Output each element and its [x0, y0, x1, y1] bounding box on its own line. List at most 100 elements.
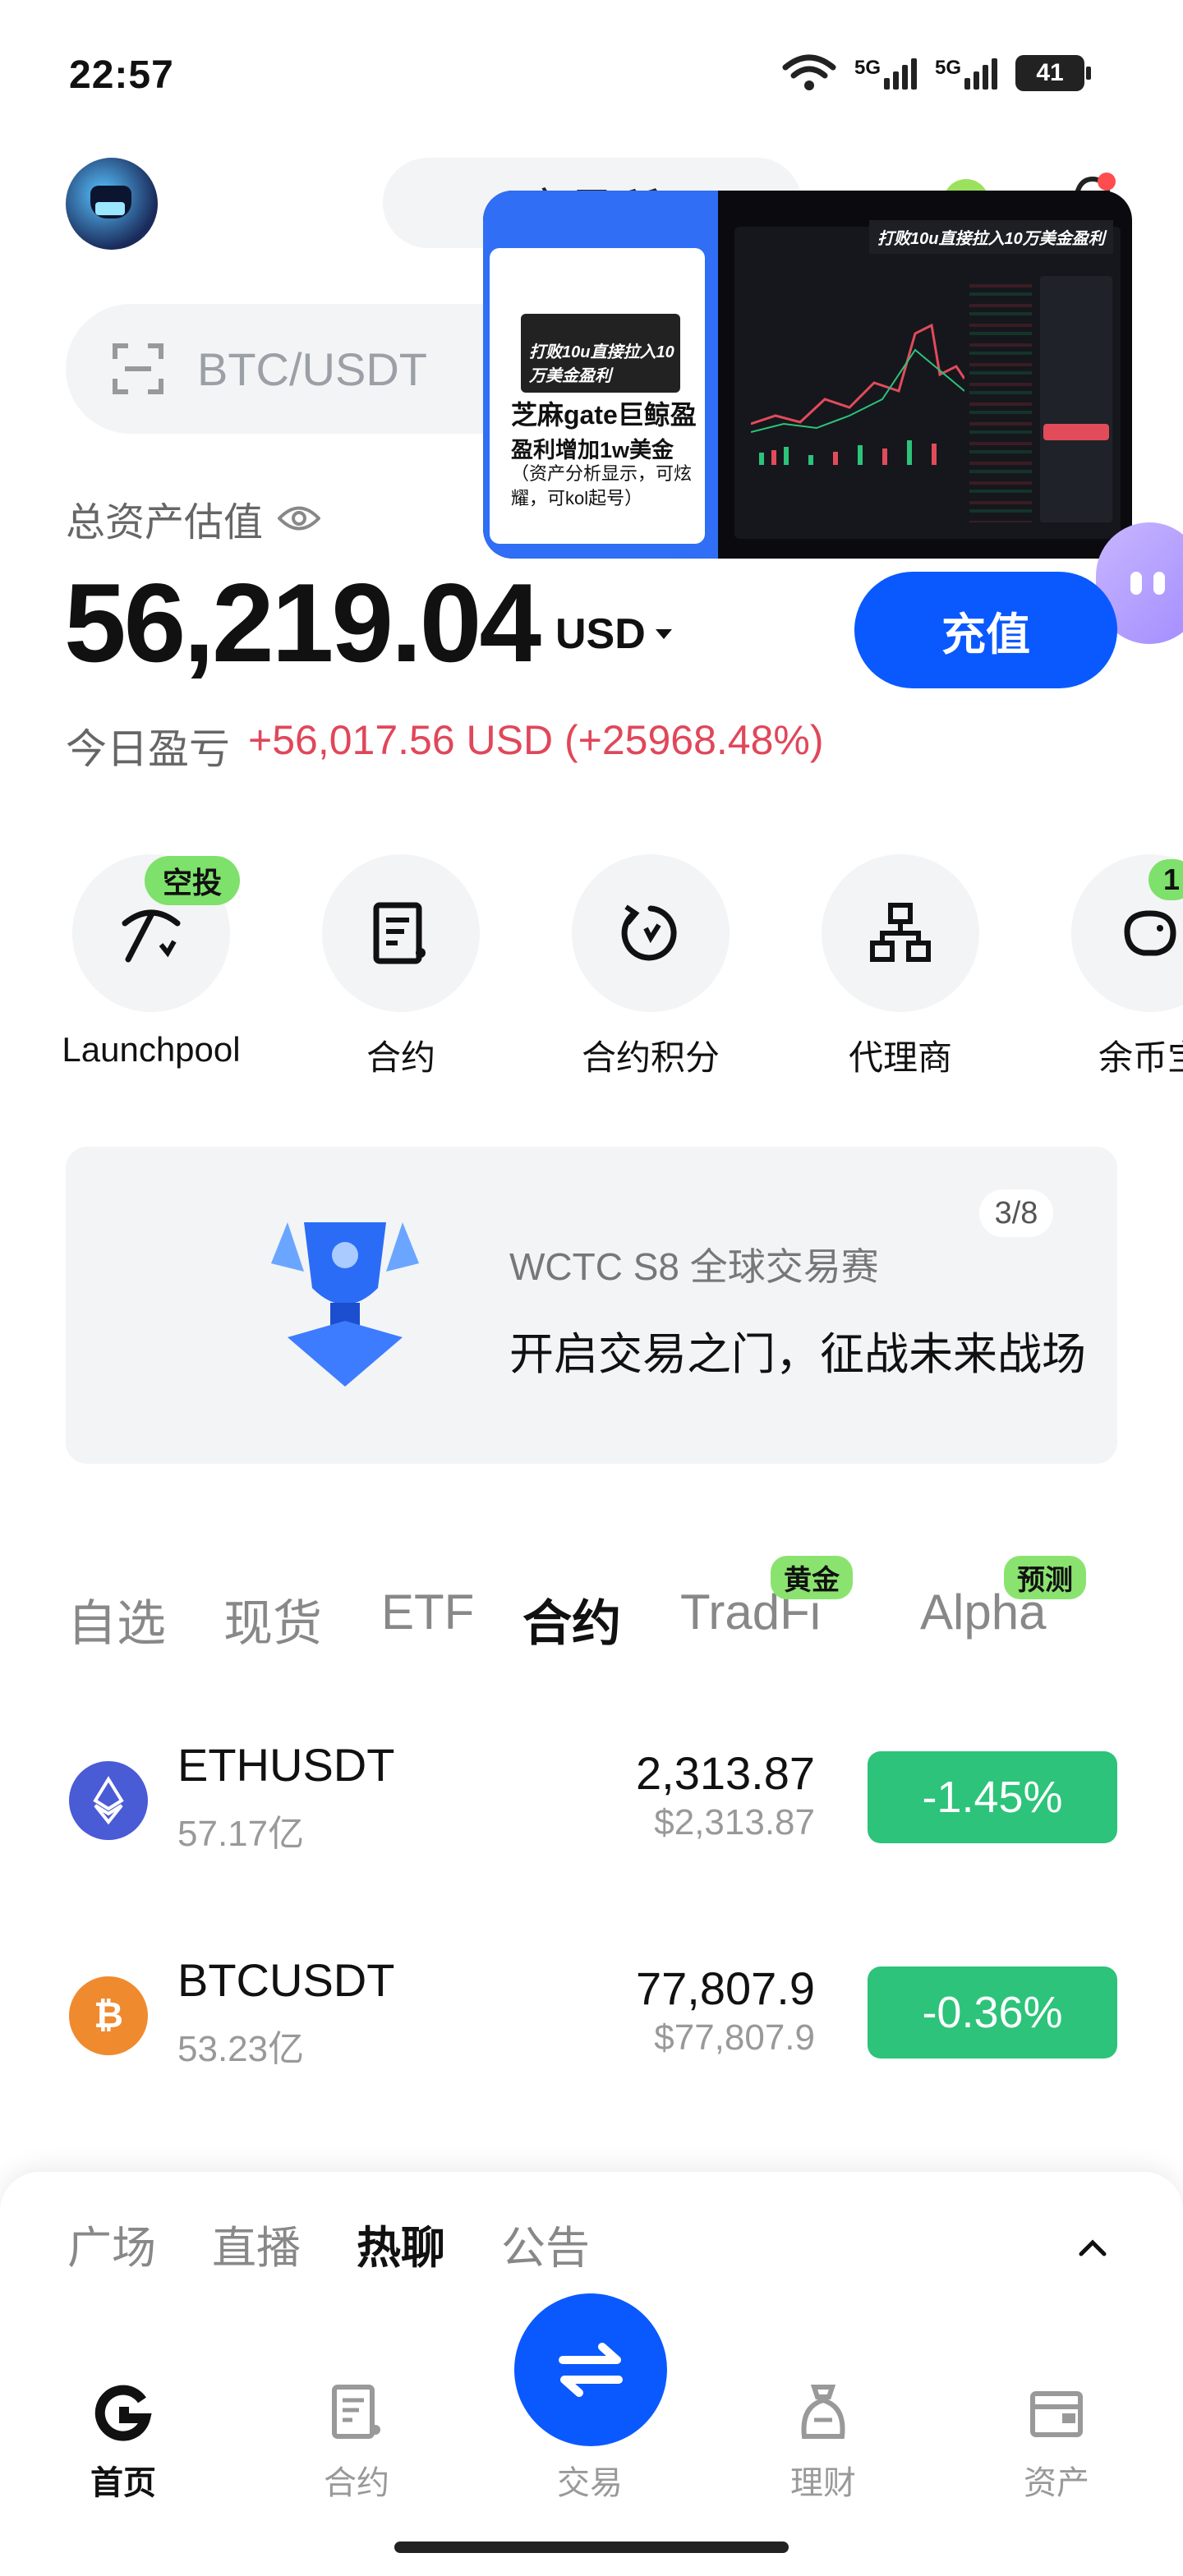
home-indicator	[394, 2542, 789, 2553]
nav-finance[interactable]: 理财	[749, 2382, 897, 2505]
shortcut-label: 合约积分	[581, 1038, 720, 1077]
promo-banner[interactable]: WCTC S8 全球交易赛 开启交易之门，征战未来战场 3/8	[66, 1147, 1117, 1464]
video-subline: 盈利增加1w美金	[511, 438, 674, 462]
contract-icon	[373, 902, 426, 964]
total-assets-label: 总资产估值	[66, 490, 321, 547]
nav-trade[interactable]: 交易	[516, 2382, 664, 2505]
nav-assets[interactable]: 资产	[983, 2382, 1130, 2505]
pnl-value: +56,017.56 USD (+25968.48%)	[248, 717, 824, 763]
nav-label: 理财	[790, 2465, 856, 2501]
market-row[interactable]: ETHUSDT 57.17亿 2,313.87 $2,313.87 -1.45%	[66, 1722, 1117, 1870]
gate-logo-icon	[669, 554, 705, 559]
banner-page-indicator: 3/8	[979, 1189, 1053, 1237]
video-card: 打败10u直接拉入10万美金盈利 芝麻gate巨鲸盈 盈利增加1w美金 （资产分…	[490, 248, 705, 559]
banner-title: 开启交易之门，征战未来战场	[509, 1330, 1086, 1379]
nav-label: 首页	[90, 2465, 156, 2501]
search-placeholder: BTC/USDT	[197, 343, 427, 395]
trophy-icon	[271, 1222, 419, 1387]
battery-icon: 41	[1015, 55, 1091, 91]
tab-announcements[interactable]: 公告	[501, 2211, 590, 2276]
tab-favorites[interactable]: 自选	[67, 1584, 166, 1655]
agent-icon	[870, 903, 931, 962]
gold-badge: 黄金	[771, 1556, 853, 1599]
shortcut-circle	[822, 854, 979, 1012]
home-icon	[94, 2385, 152, 2441]
market-price: 77,807.9	[636, 1962, 815, 2014]
balance-amount: 56,219.04	[64, 560, 541, 685]
tab-etf[interactable]: ETF	[381, 1584, 474, 1640]
shortcut-circle	[322, 854, 480, 1012]
caret-down-icon	[655, 629, 672, 639]
floating-video[interactable]: 打败10u直接拉入10万美金盈利 芝麻gate巨鲸盈 盈利增加1w美金 （资产分…	[483, 191, 1132, 559]
order-book	[969, 276, 1032, 522]
shortcut-contract-points[interactable]: 合约积分	[527, 854, 774, 1084]
points-icon	[621, 904, 677, 961]
shortcut-contract[interactable]: 合约	[278, 854, 524, 1084]
market-row[interactable]: ₿ BTCUSDT 53.23亿 77,807.9 $77,807.9 -0.3…	[66, 1937, 1117, 2085]
scan-icon[interactable]	[112, 343, 164, 395]
notification-dot	[1098, 172, 1116, 191]
currency-label: USD	[555, 610, 646, 658]
market-volume: 57.17亿	[177, 1814, 305, 1854]
status-icons: 5G 5G 41	[782, 54, 1091, 92]
video-note: （资产分析显示，可炫耀，可kol起号）	[511, 463, 693, 508]
banner-subtitle: WCTC S8 全球交易赛	[509, 1245, 879, 1288]
airdrop-badge: 空投	[145, 856, 241, 905]
tab-spot[interactable]: 现货	[223, 1584, 322, 1655]
piggy-icon	[1124, 910, 1176, 956]
video-headline: 芝麻gate巨鲸盈	[511, 400, 697, 430]
signal-icon: 5G	[854, 57, 917, 90]
pickaxe-icon	[122, 909, 181, 963]
pnl-label: 今日盈亏	[66, 726, 230, 772]
total-assets-text: 总资产估值	[66, 501, 264, 545]
tab-futures[interactable]: 合约	[522, 1584, 621, 1655]
count-badge: 1	[1148, 859, 1183, 900]
shortcut-agent[interactable]: 代理商	[777, 854, 1024, 1084]
prediction-badge: 预测	[1004, 1556, 1086, 1599]
eye-icon[interactable]	[278, 504, 321, 532]
finance-icon	[801, 2385, 845, 2439]
signal-icon: 5G	[935, 57, 997, 90]
shortcut-label: Launchpool	[62, 1030, 241, 1069]
wallet-icon	[1030, 2391, 1083, 2437]
currency-selector[interactable]: USD	[555, 610, 672, 659]
market-price-usd: $77,807.9	[654, 2017, 815, 2058]
video-caption: 打败10u直接拉入10万美金盈利	[869, 220, 1113, 254]
avatar[interactable]	[66, 158, 158, 250]
contract-icon	[332, 2385, 380, 2439]
video-dark-frame: 打败10u直接拉入10万美金盈利	[521, 314, 680, 393]
deposit-button[interactable]: 充值	[854, 572, 1117, 688]
shortcut-label: 合约	[366, 1038, 435, 1077]
chevron-up-icon[interactable]	[1076, 2231, 1109, 2264]
market-volume: 53.23亿	[177, 2029, 305, 2069]
nav-label: 交易	[557, 2465, 623, 2501]
btc-icon: ₿	[69, 1976, 148, 2055]
candlestick-chart-icon	[751, 323, 964, 465]
video-caption-small: 打败10u直接拉入10万美金盈利	[529, 343, 674, 385]
tab-live[interactable]: 直播	[212, 2211, 301, 2276]
nav-contract[interactable]: 合约	[283, 2382, 430, 2505]
nav-label: 资产	[1024, 2465, 1089, 2501]
shortcut-circle	[572, 854, 730, 1012]
today-pnl: 今日盈亏 +56,017.56 USD (+25968.48%)	[66, 716, 824, 775]
market-symbol: ETHUSDT	[177, 1739, 395, 1791]
sell-button-mini	[1043, 424, 1109, 440]
nav-home[interactable]: 首页	[49, 2382, 197, 2505]
video-trading-screen	[734, 227, 1121, 539]
eth-icon	[69, 1761, 148, 1840]
shortcut-label: 余币宝	[1098, 1038, 1183, 1077]
shortcut-label: 代理商	[848, 1038, 952, 1077]
video-left-panel: 打败10u直接拉入10万美金盈利 芝麻gate巨鲸盈 盈利增加1w美金 （资产分…	[483, 191, 718, 559]
wifi-icon	[782, 54, 836, 90]
tab-square[interactable]: 广场	[67, 2211, 156, 2276]
status-time: 22:57	[69, 53, 174, 97]
market-symbol: BTCUSDT	[177, 1954, 395, 2006]
svg-text:₿: ₿	[94, 1994, 123, 2036]
market-price-usd: $2,313.87	[654, 1802, 815, 1842]
tab-hot-chat[interactable]: 热聊	[357, 2211, 445, 2276]
nav-label: 合约	[324, 2465, 389, 2501]
market-change-badge[interactable]: -1.45%	[868, 1751, 1117, 1843]
market-change-badge[interactable]: -0.36%	[868, 1966, 1117, 2058]
order-panel	[1040, 276, 1112, 522]
